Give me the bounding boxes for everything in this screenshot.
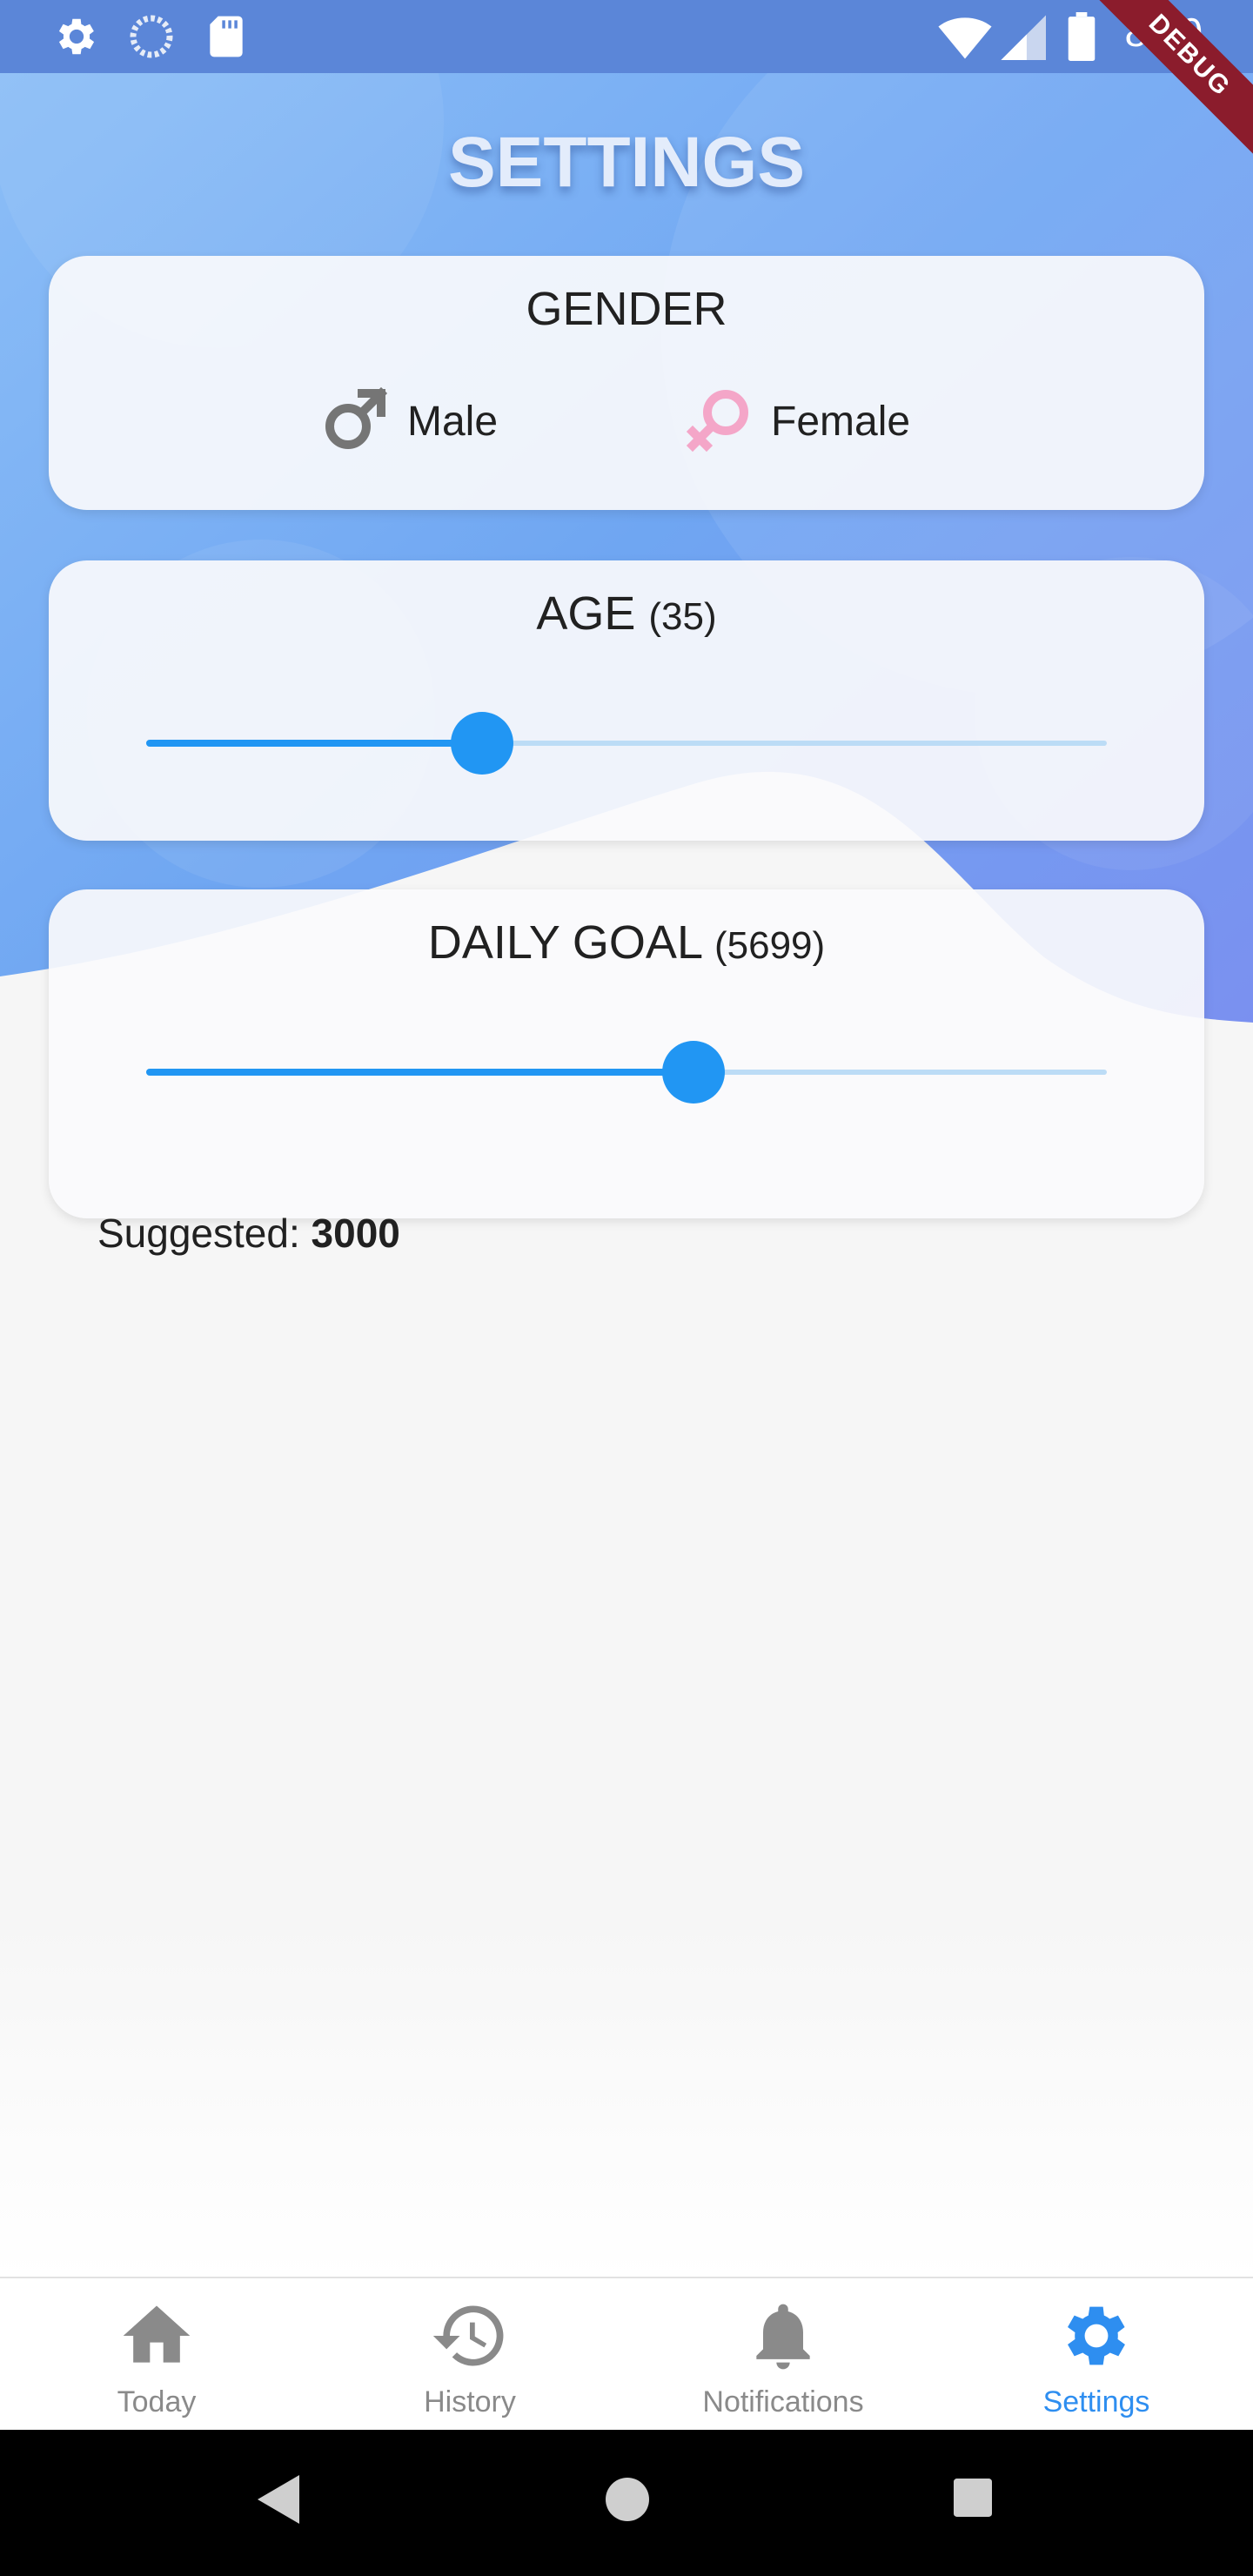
battery-icon — [1067, 12, 1096, 65]
male-label: Male — [407, 398, 499, 445]
system-navigation-bar — [0, 2430, 1253, 2576]
nav-label-settings: Settings — [1042, 2385, 1150, 2418]
gender-option-female[interactable]: Female — [684, 386, 910, 456]
nav-label-notifications: Notifications — [702, 2385, 864, 2418]
age-title-text: AGE — [536, 587, 636, 640]
female-symbol-icon — [684, 385, 754, 459]
gear-icon — [52, 12, 101, 65]
age-card: AGE (35) — [49, 560, 1204, 841]
sd-card-icon — [202, 12, 251, 65]
daily-goal-title-text: DAILY GOAL — [427, 916, 701, 969]
recents-icon[interactable] — [954, 2479, 992, 2521]
gender-card: GENDER Male Female — [49, 256, 1204, 510]
nav-label-history: History — [424, 2385, 516, 2418]
bell-icon — [743, 2296, 823, 2380]
daily-goal-card: DAILY GOAL (5699) Suggested: 3000 — [49, 889, 1204, 1256]
daily-goal-value: (5699) — [714, 924, 826, 967]
background-fade — [0, 1915, 1253, 2280]
nav-item-history[interactable]: History — [313, 2278, 626, 2430]
age-slider-fill — [146, 740, 483, 747]
home-icon — [117, 2296, 197, 2380]
nav-item-notifications[interactable]: Notifications — [626, 2278, 940, 2430]
gender-title: GENDER — [526, 283, 727, 335]
nav-item-settings[interactable]: Settings — [940, 2278, 1253, 2430]
wifi-icon — [938, 12, 992, 65]
age-slider-thumb[interactable] — [451, 712, 514, 775]
history-icon — [430, 2296, 510, 2380]
signal-icon — [999, 12, 1046, 65]
daily-goal-slider-fill — [146, 1069, 694, 1076]
suggested-text: Suggested: 3000 — [97, 1210, 400, 1257]
nav-item-today[interactable]: Today — [0, 2278, 313, 2430]
male-symbol-icon — [320, 385, 390, 459]
page-title: SETTINGS — [447, 123, 806, 202]
back-icon[interactable] — [258, 2475, 299, 2528]
age-value: (35) — [648, 595, 717, 638]
female-label: Female — [771, 398, 911, 445]
age-slider[interactable] — [146, 712, 1107, 775]
age-title: AGE (35) — [49, 587, 1204, 641]
home-button-icon[interactable] — [606, 2475, 649, 2528]
daily-goal-slider-thumb[interactable] — [662, 1041, 726, 1104]
daily-goal-slider[interactable] — [146, 1041, 1107, 1104]
suggested-value: 3000 — [311, 1211, 400, 1256]
nav-label-today: Today — [117, 2385, 197, 2418]
loading-icon — [127, 12, 176, 65]
gear-icon — [1056, 2296, 1136, 2380]
daily-goal-title: DAILY GOAL (5699) — [49, 916, 1204, 969]
gender-option-male[interactable]: Male — [320, 386, 498, 456]
suggested-label: Suggested: — [97, 1211, 300, 1256]
bottom-navigation: Today History Notifications Settings — [0, 2277, 1253, 2430]
status-bar: 8:00 — [0, 0, 1253, 73]
